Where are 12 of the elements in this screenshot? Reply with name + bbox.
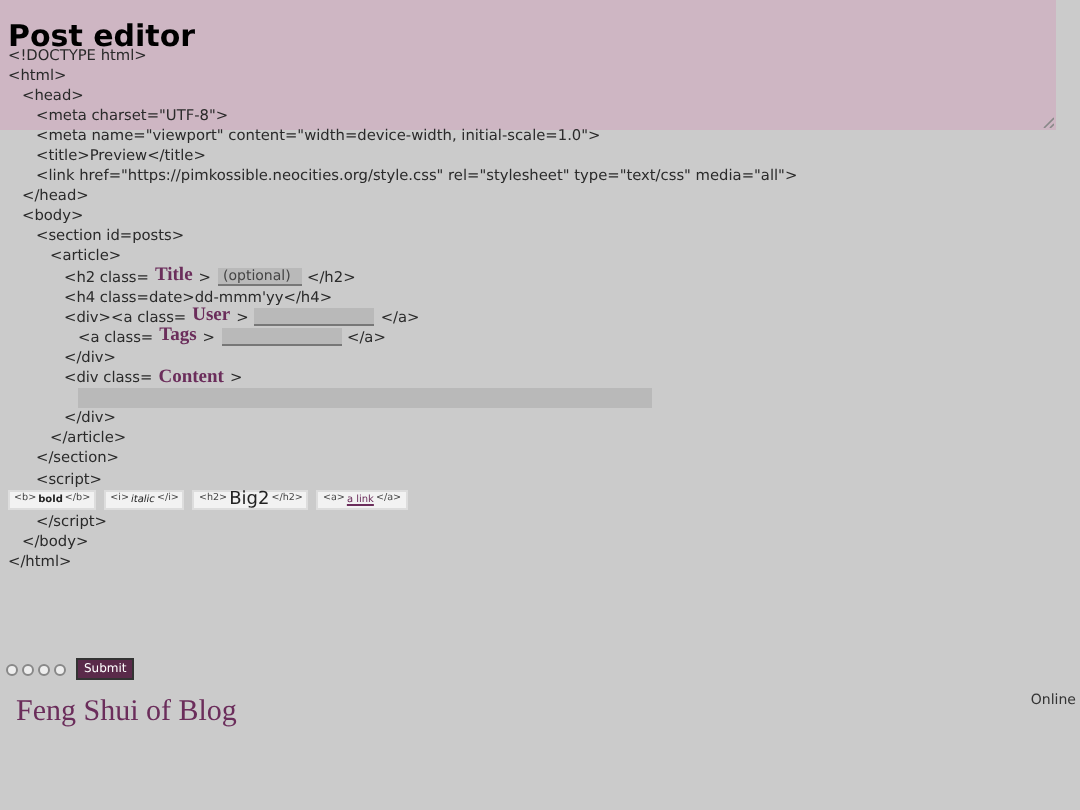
class-name: Tags xyxy=(159,326,197,347)
radio-button[interactable] xyxy=(38,663,50,676)
blog-title: Feng Shui of Blog xyxy=(16,696,237,731)
class-name: Content xyxy=(158,367,224,388)
radio-button[interactable] xyxy=(54,663,66,676)
input-field[interactable] xyxy=(254,307,375,326)
radio-button[interactable] xyxy=(22,663,34,676)
class-name: User xyxy=(192,306,231,327)
radio-button[interactable] xyxy=(6,663,18,676)
resize-grip-icon[interactable] xyxy=(1042,116,1054,128)
input-field[interactable] xyxy=(221,327,341,346)
class-name: Title xyxy=(154,266,193,287)
